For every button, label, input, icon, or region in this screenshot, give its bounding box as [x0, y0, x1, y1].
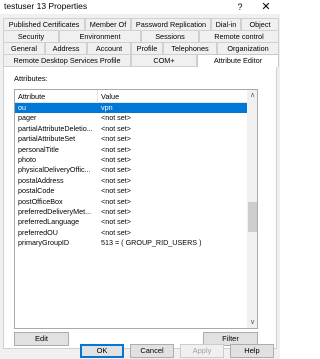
attribute-value-cell: <not set>: [101, 175, 131, 185]
attribute-name-cell: partialAttributeSet: [18, 134, 76, 144]
attribute-value-cell: 513 = ( GROUP_RID_USERS ): [101, 238, 202, 248]
tab-row-2: Security Environment Sessions Remote con…: [3, 30, 280, 42]
attribute-value-cell: <not set>: [101, 206, 131, 216]
table-row[interactable]: primaryGroupID 513 = ( GROUP_RID_USERS ): [15, 238, 247, 248]
attribute-name-cell: ou: [18, 103, 26, 112]
attribute-name-cell: pager: [18, 113, 37, 123]
attribute-editor-page: Attributes: Attribute Value ou vpn pager <n…: [3, 66, 277, 349]
list-body: ou vpn pager <not set> partialAttributeDelet…: [15, 103, 247, 248]
attribute-name-cell: partialAttributeDeletio...: [18, 123, 93, 133]
attribute-name-cell: personalTitle: [18, 144, 59, 154]
attributes-label: Attributes:: [14, 74, 48, 83]
properties-dialog: Published Certificates Member Of Passwor…: [0, 14, 280, 359]
attribute-value-cell: <not set>: [101, 154, 131, 164]
tab-com-plus[interactable]: COM+: [131, 54, 197, 66]
column-divider[interactable]: [97, 90, 98, 103]
attributes-list[interactable]: Attribute Value ou vpn pager <not set> parti…: [14, 89, 258, 329]
tab-row-4: Remote Desktop Services Profile COM+ Att…: [3, 54, 280, 67]
column-header-value[interactable]: Value: [101, 92, 119, 101]
attribute-name-cell: preferredDeliveryMet...: [18, 206, 92, 216]
tab-address[interactable]: Address: [45, 42, 87, 54]
tab-member-of[interactable]: Member Of: [85, 18, 131, 30]
attribute-value-cell: <not set>: [101, 144, 131, 154]
tab-environment[interactable]: Environment: [59, 30, 141, 42]
table-row[interactable]: physicalDeliveryOffic... <not set>: [15, 165, 247, 175]
scroll-down-icon[interactable]: ∨: [247, 317, 257, 328]
help-icon[interactable]: ?: [229, 0, 251, 14]
attribute-name-cell: preferredOU: [18, 227, 58, 237]
table-row[interactable]: postOfficeBox <not set>: [15, 197, 247, 207]
tab-account[interactable]: Account: [87, 42, 131, 54]
tab-profile[interactable]: Profile: [131, 42, 163, 54]
tab-organization[interactable]: Organization: [217, 42, 279, 54]
attribute-value-cell: <not set>: [101, 123, 131, 133]
tab-published-certificates[interactable]: Published Certificates: [3, 18, 85, 30]
table-row[interactable]: photo <not set>: [15, 155, 247, 165]
vertical-scrollbar[interactable]: ∧ ∨: [247, 90, 257, 328]
attribute-value-cell: <not set>: [101, 186, 131, 196]
attribute-name-cell: photo: [18, 154, 36, 164]
table-row[interactable]: preferredDeliveryMet... <not set>: [15, 207, 247, 217]
attribute-value-cell: <not set>: [101, 217, 131, 227]
tab-row-1: Published Certificates Member Of Passwor…: [3, 18, 280, 30]
help-button[interactable]: Help: [230, 344, 274, 358]
tab-dial-in[interactable]: Dial-in: [211, 18, 241, 30]
attribute-name-cell: postOfficeBox: [18, 196, 63, 206]
tab-attribute-editor[interactable]: Attribute Editor: [197, 54, 279, 67]
tab-object[interactable]: Object: [241, 18, 279, 30]
cancel-button[interactable]: Cancel: [130, 344, 174, 358]
table-row[interactable]: pager <not set>: [15, 113, 247, 123]
attribute-value-cell: <not set>: [101, 165, 131, 175]
table-row[interactable]: personalTitle <not set>: [15, 145, 247, 155]
attribute-value-cell: <not set>: [101, 227, 131, 237]
table-row[interactable]: partialAttributeSet <not set>: [15, 134, 247, 144]
close-icon[interactable]: ✕: [255, 0, 277, 14]
title-bar: testuser 13 Properties ? ✕: [0, 0, 280, 14]
tab-general[interactable]: General: [3, 42, 45, 54]
table-row[interactable]: preferredLanguage <not set>: [15, 217, 247, 227]
attribute-name-cell: postalAddress: [18, 175, 64, 185]
column-header-attribute[interactable]: Attribute: [18, 92, 45, 101]
table-row[interactable]: postalAddress <not set>: [15, 176, 247, 186]
attribute-name-cell: physicalDeliveryOffic...: [18, 165, 91, 175]
list-header: Attribute Value: [15, 90, 247, 103]
tab-remote-control[interactable]: Remote control: [199, 30, 279, 42]
tab-password-replication[interactable]: Password Replication: [131, 18, 211, 30]
tab-remote-desktop-services-profile[interactable]: Remote Desktop Services Profile: [3, 54, 131, 66]
ok-button[interactable]: OK: [80, 344, 124, 358]
attribute-value-cell: <not set>: [101, 113, 131, 123]
attribute-name-cell: primaryGroupID: [18, 238, 70, 248]
edit-button[interactable]: Edit: [14, 332, 69, 346]
attribute-name-cell: preferredLanguage: [18, 217, 80, 227]
attribute-name-cell: postalCode: [18, 186, 55, 196]
table-row[interactable]: preferredOU <not set>: [15, 228, 247, 238]
table-row[interactable]: postalCode <not set>: [15, 186, 247, 196]
tab-sessions[interactable]: Sessions: [141, 30, 199, 42]
table-row[interactable]: partialAttributeDeletio... <not set>: [15, 124, 247, 134]
scroll-up-icon[interactable]: ∧: [247, 90, 257, 101]
scroll-thumb[interactable]: [248, 202, 257, 232]
tab-telephones[interactable]: Telephones: [163, 42, 217, 54]
attribute-value-cell: <not set>: [101, 134, 131, 144]
tab-row-3: General Address Account Profile Telephon…: [3, 42, 280, 54]
tab-security[interactable]: Security: [3, 30, 59, 42]
attribute-value-cell: vpn: [101, 103, 113, 112]
table-row[interactable]: ou vpn: [15, 103, 247, 114]
window-title: testuser 13 Properties: [4, 1, 88, 11]
apply-button[interactable]: Apply: [180, 344, 224, 358]
attribute-value-cell: <not set>: [101, 196, 131, 206]
